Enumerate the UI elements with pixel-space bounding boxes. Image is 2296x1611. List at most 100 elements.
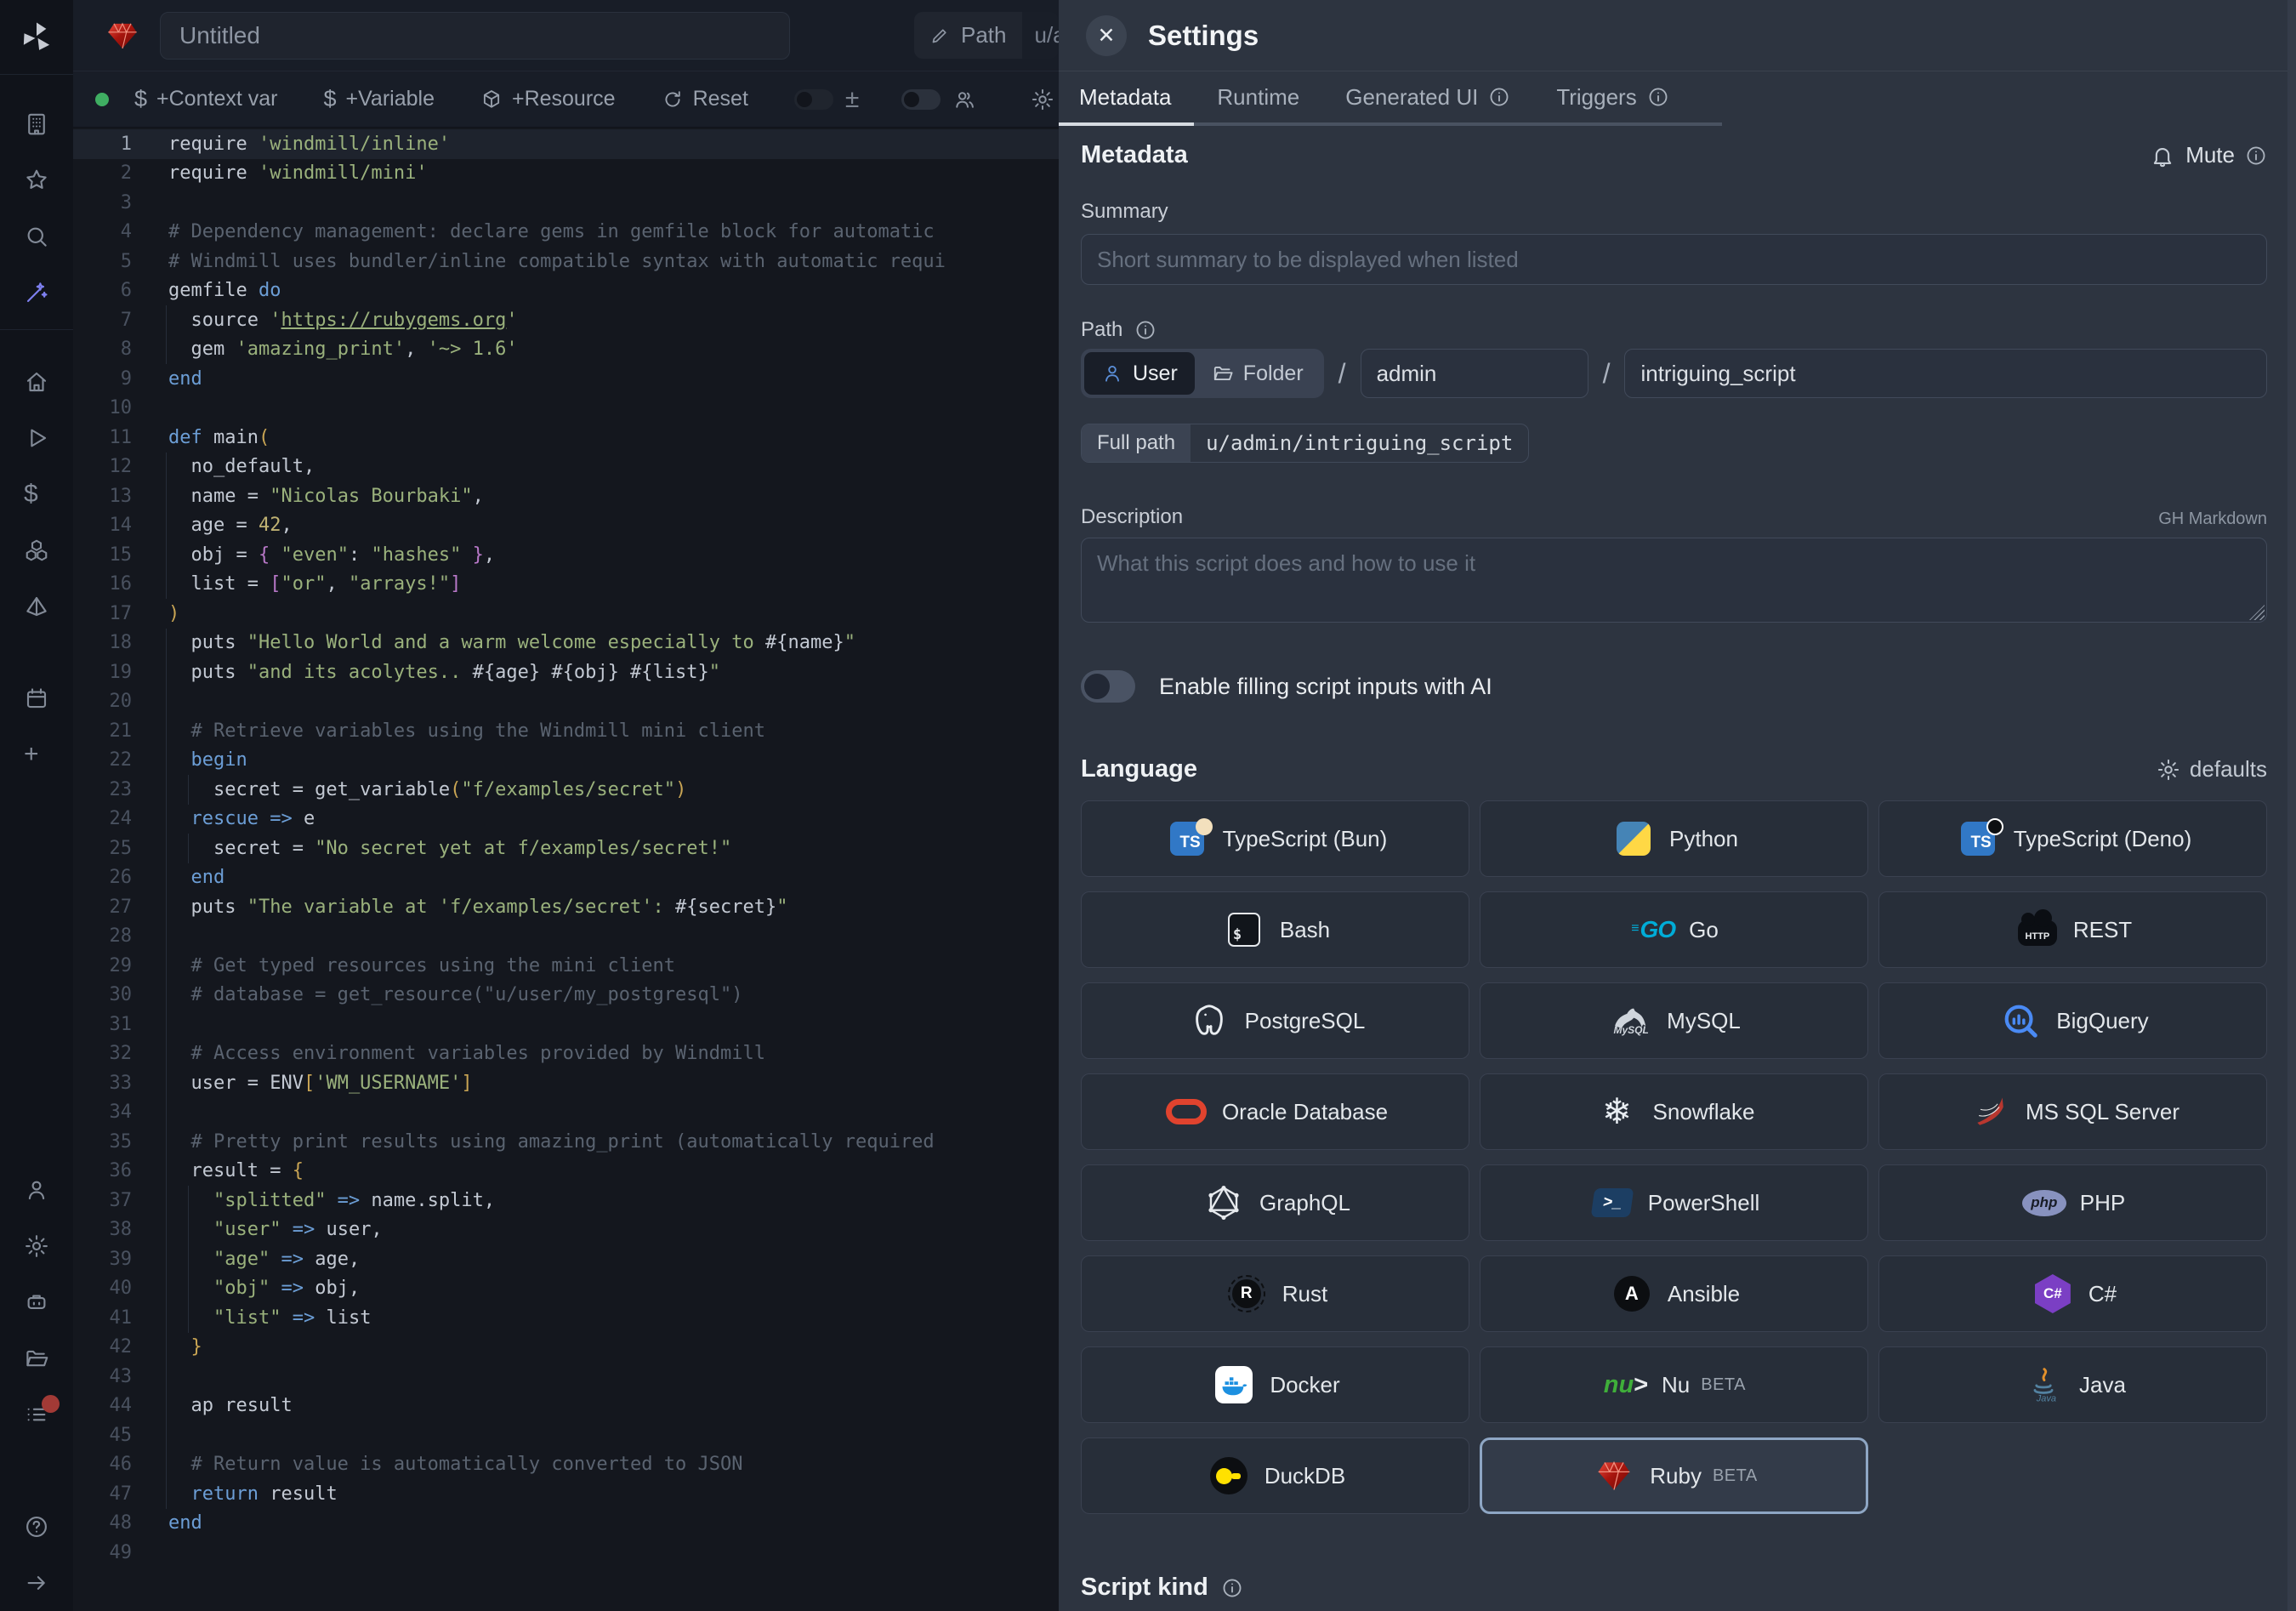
code-line-13[interactable]: 13 name = "Nicolas Bourbaki", bbox=[73, 481, 1059, 511]
reset-button[interactable]: Reset bbox=[662, 87, 748, 111]
script-title-input[interactable] bbox=[160, 12, 790, 60]
language-card-postgresql[interactable]: PostgreSQL bbox=[1081, 982, 1469, 1059]
code-line-24[interactable]: 24 rescue => e bbox=[73, 805, 1059, 834]
code-line-27[interactable]: 27 puts "The variable at 'f/examples/sec… bbox=[73, 892, 1059, 922]
language-card-typescript-deno-[interactable]: TSTypeScript (Deno) bbox=[1878, 800, 2267, 877]
sidebar-item-gear[interactable] bbox=[0, 1218, 73, 1274]
tab-metadata[interactable]: Metadata bbox=[1059, 71, 1194, 126]
code-line-33[interactable]: 33 user = ENV['WM_USERNAME'] bbox=[73, 1068, 1059, 1098]
code-line-4[interactable]: 4# Dependency management: declare gems i… bbox=[73, 218, 1059, 248]
code-line-9[interactable]: 9end bbox=[73, 364, 1059, 394]
code-line-44[interactable]: 44 ap result bbox=[73, 1392, 1059, 1421]
language-card-graphql[interactable]: GraphQL bbox=[1081, 1164, 1469, 1241]
owner-kind-user-button[interactable]: User bbox=[1084, 352, 1195, 395]
language-card-bash[interactable]: $Bash bbox=[1081, 891, 1469, 968]
sidebar-item-arrow-right[interactable] bbox=[0, 1555, 73, 1611]
diff-mode-toggle[interactable] bbox=[794, 89, 833, 110]
sidebar-item-building[interactable] bbox=[0, 96, 73, 152]
language-card-nu[interactable]: nu>NuBETA bbox=[1480, 1346, 1868, 1423]
code-line-22[interactable]: 22 begin bbox=[73, 746, 1059, 776]
sidebar-item-pyramid[interactable] bbox=[0, 578, 73, 635]
language-card-go[interactable]: ≡GOGo bbox=[1480, 891, 1868, 968]
code-line-21[interactable]: 21 # Retrieve variables using the Windmi… bbox=[73, 716, 1059, 746]
code-line-7[interactable]: 7 source 'https://rubygems.org' bbox=[73, 305, 1059, 335]
language-card-rust[interactable]: RRust bbox=[1081, 1255, 1469, 1332]
ai-inputs-toggle[interactable] bbox=[1081, 670, 1135, 703]
code-line-3[interactable]: 3 bbox=[73, 188, 1059, 218]
code-line-41[interactable]: 41 "list" => list bbox=[73, 1303, 1059, 1333]
close-button[interactable]: ✕ bbox=[1086, 15, 1127, 56]
code-line-38[interactable]: 38 "user" => user, bbox=[73, 1215, 1059, 1245]
sidebar-item-dollar[interactable]: $ bbox=[0, 466, 73, 522]
sidebar-item-list[interactable] bbox=[0, 1386, 73, 1443]
sidebar-item-plus[interactable]: + bbox=[0, 726, 73, 783]
language-card-rest[interactable]: HTTPREST bbox=[1878, 891, 2267, 968]
code-line-12[interactable]: 12 no_default, bbox=[73, 453, 1059, 482]
language-card-php[interactable]: phpPHP bbox=[1878, 1164, 2267, 1241]
code-line-5[interactable]: 5# Windmill uses bundler/inline compatib… bbox=[73, 247, 1059, 276]
sidebar-item-star[interactable] bbox=[0, 152, 73, 208]
language-card-snowflake[interactable]: ❄Snowflake bbox=[1480, 1073, 1868, 1150]
code-line-34[interactable]: 34 bbox=[73, 1098, 1059, 1128]
language-card-ansible[interactable]: AAnsible bbox=[1480, 1255, 1868, 1332]
sidebar-item-cubes[interactable] bbox=[0, 522, 73, 578]
code-line-23[interactable]: 23 secret = get_variable("f/examples/sec… bbox=[73, 775, 1059, 805]
code-line-20[interactable]: 20 bbox=[73, 687, 1059, 717]
editor-settings-gear-icon[interactable] bbox=[1031, 88, 1054, 111]
language-card-typescript-bun-[interactable]: TSTypeScript (Bun) bbox=[1081, 800, 1469, 877]
code-line-32[interactable]: 32 # Access environment variables provid… bbox=[73, 1039, 1059, 1069]
add-context-var-button[interactable]: $+Context var bbox=[134, 87, 277, 111]
sidebar-item-folder[interactable] bbox=[0, 1330, 73, 1386]
sidebar-item-user[interactable] bbox=[0, 1162, 73, 1218]
code-line-19[interactable]: 19 puts "and its acolytes.. #{age} #{obj… bbox=[73, 657, 1059, 687]
code-line-47[interactable]: 47 return result bbox=[73, 1479, 1059, 1509]
code-line-36[interactable]: 36 result = { bbox=[73, 1157, 1059, 1187]
sidebar-item-play[interactable] bbox=[0, 410, 73, 466]
path-owner-input[interactable] bbox=[1361, 349, 1588, 398]
code-line-40[interactable]: 40 "obj" => obj, bbox=[73, 1274, 1059, 1304]
code-line-10[interactable]: 10 bbox=[73, 394, 1059, 424]
code-line-35[interactable]: 35 # Pretty print results using amazing_… bbox=[73, 1127, 1059, 1157]
code-line-11[interactable]: 11def main( bbox=[73, 423, 1059, 453]
description-textarea[interactable] bbox=[1081, 538, 2267, 623]
sidebar-item-calendar[interactable] bbox=[0, 670, 73, 726]
code-line-25[interactable]: 25 secret = "No secret yet at f/examples… bbox=[73, 834, 1059, 863]
language-card-bigquery[interactable]: BigQuery bbox=[1878, 982, 2267, 1059]
code-line-42[interactable]: 42 } bbox=[73, 1333, 1059, 1363]
code-line-30[interactable]: 30 # database = get_resource("u/user/my_… bbox=[73, 981, 1059, 1010]
code-line-43[interactable]: 43 bbox=[73, 1362, 1059, 1392]
code-line-48[interactable]: 48end bbox=[73, 1509, 1059, 1539]
sidebar-item-magic-wand[interactable] bbox=[0, 265, 73, 321]
code-line-26[interactable]: 26 end bbox=[73, 863, 1059, 893]
language-card-java[interactable]: JavaJava bbox=[1878, 1346, 2267, 1423]
code-line-29[interactable]: 29 # Get typed resources using the mini … bbox=[73, 951, 1059, 981]
code-line-39[interactable]: 39 "age" => age, bbox=[73, 1244, 1059, 1274]
people-icon[interactable] bbox=[952, 88, 976, 111]
language-card-powershell[interactable]: >_PowerShell bbox=[1480, 1164, 1868, 1241]
code-line-1[interactable]: 1require 'windmill/inline' bbox=[73, 129, 1059, 159]
code-line-6[interactable]: 6gemfile do bbox=[73, 276, 1059, 306]
tab-triggers[interactable]: Triggers bbox=[1533, 71, 1691, 126]
code-line-16[interactable]: 16 list = ["or", "arrays!"] bbox=[73, 570, 1059, 600]
language-card-mysql[interactable]: MySQLMySQL bbox=[1480, 982, 1868, 1059]
owner-kind-folder-button[interactable]: Folder bbox=[1195, 352, 1321, 395]
tab-generated-ui[interactable]: Generated UI bbox=[1322, 71, 1533, 126]
panel-scrollbar[interactable] bbox=[2287, 0, 2296, 1611]
add-resource-button[interactable]: +Resource bbox=[480, 87, 616, 111]
code-line-45[interactable]: 45 bbox=[73, 1420, 1059, 1450]
language-card-ms-sql-server[interactable]: MS SQL Server bbox=[1878, 1073, 2267, 1150]
sidebar-item-robot[interactable] bbox=[0, 1274, 73, 1330]
code-line-37[interactable]: 37 "splitted" => name.split, bbox=[73, 1186, 1059, 1215]
language-card-c-[interactable]: C#C# bbox=[1878, 1255, 2267, 1332]
tab-runtime[interactable]: Runtime bbox=[1194, 71, 1322, 126]
code-line-2[interactable]: 2require 'windmill/mini' bbox=[73, 159, 1059, 189]
code-line-8[interactable]: 8 gem 'amazing_print', '~> 1.6' bbox=[73, 335, 1059, 365]
windmill-logo[interactable] bbox=[0, 0, 73, 75]
language-card-oracle-database[interactable]: Oracle Database bbox=[1081, 1073, 1469, 1150]
code-line-15[interactable]: 15 obj = { "even": "hashes" }, bbox=[73, 540, 1059, 570]
sidebar-item-search[interactable] bbox=[0, 208, 73, 265]
language-card-python[interactable]: Python bbox=[1480, 800, 1868, 877]
language-card-docker[interactable]: Docker bbox=[1081, 1346, 1469, 1423]
code-line-17[interactable]: 17) bbox=[73, 599, 1059, 629]
sidebar-item-home[interactable] bbox=[0, 354, 73, 410]
